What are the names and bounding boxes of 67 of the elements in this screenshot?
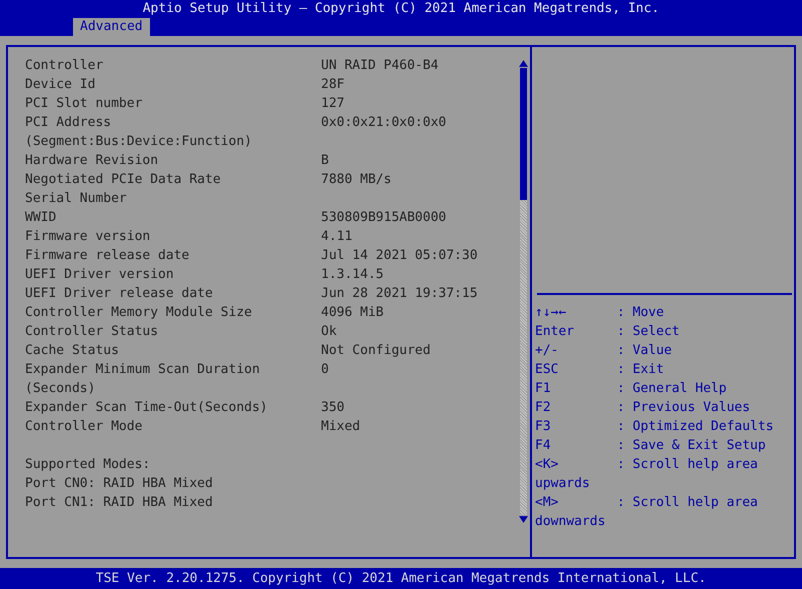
note-text: Port CN1: RAID HBA Mixed [25, 494, 214, 512]
field-label: PCI Slot number [25, 95, 144, 113]
note-text: Supported Modes: [25, 456, 152, 474]
key-action: : Scroll help area [617, 456, 758, 474]
field-value: B [321, 152, 329, 170]
key-label: F3 [535, 418, 552, 436]
field-value: 127 [321, 95, 344, 113]
field-value: 28F [321, 76, 344, 94]
field-label: Firmware release date [25, 247, 190, 265]
key-action: : Move [617, 304, 664, 322]
key-action: : Value [617, 342, 672, 360]
field-label: WWID [25, 209, 58, 227]
field-label: Serial Number [25, 190, 128, 208]
field-label: UEFI Driver release date [25, 285, 214, 303]
field-value: Ok [321, 323, 337, 341]
field-label: Negotiated PCIe Data Rate [25, 171, 222, 189]
key-action: : General Help [617, 380, 727, 398]
key-label: +/- [535, 342, 560, 360]
field-label: Expander Minimum Scan Duration [25, 361, 261, 379]
field-label: Device Id [25, 76, 96, 94]
field-value: UN RAID P460-B4 [321, 57, 438, 75]
key-action: : Previous Values [617, 399, 750, 417]
key-action: : Scroll help area [617, 494, 758, 512]
field-value: Jun 28 2021 19:37:15 [321, 285, 478, 303]
field-label: UEFI Driver version [25, 266, 175, 284]
field-label: (Seconds) [25, 380, 96, 398]
field-label: (Segment:Bus:Device:Function) [25, 133, 253, 151]
menu-tab[interactable]: Advanced [73, 18, 150, 36]
note-text: Port CN0: RAID HBA Mixed [25, 475, 214, 493]
key-label: ↑↓→← [535, 304, 568, 322]
key-action: : Select [617, 323, 680, 341]
key-label: F4 [535, 437, 552, 455]
key-label: ESC [535, 361, 560, 379]
field-value: Mixed [321, 418, 360, 436]
field-value: 350 [321, 399, 344, 417]
field-label: Controller Status [25, 323, 160, 341]
field-value: 4096 MiB [321, 304, 384, 322]
scroll-up-icon[interactable] [518, 59, 528, 68]
scroll-down-icon[interactable] [518, 515, 528, 524]
key-label: Enter [535, 323, 576, 341]
field-value: 7880 MB/s [321, 171, 392, 189]
key-action: : Optimized Defaults [617, 418, 774, 436]
field-value: Not Configured [321, 342, 431, 360]
field-value: 0x0:0x21:0x0:0x0 [321, 114, 446, 132]
field-label: Controller Memory Module Size [25, 304, 253, 322]
field-label: Cache Status [25, 342, 120, 360]
key-action: : Exit [617, 361, 664, 379]
field-value: 0 [321, 361, 329, 379]
key-label: <K> [535, 456, 560, 474]
window-title: Aptio Setup Utility – Copyright (C) 2021 American Megatrends, Inc. [142, 0, 660, 18]
field-label: Firmware version [25, 228, 152, 246]
status-text: TSE Ver. 2.20.1275. Copyright (C) 2021 American Megatrends International, LLC. [96, 571, 706, 586]
field-value: 4.11 [321, 228, 352, 246]
field-label: PCI Address [25, 114, 112, 132]
key-action: : Save & Exit Setup [617, 437, 766, 455]
key-label: F2 [535, 399, 552, 417]
field-label: Expander Scan Time-Out(Seconds) [25, 399, 269, 417]
field-label: Hardware Revision [25, 152, 160, 170]
field-value: 530809B915AB0000 [321, 209, 446, 227]
key-action: upwards [535, 475, 591, 493]
key-label: <M> [535, 494, 560, 512]
key-action: downwards [535, 513, 606, 531]
field-label: Controller [25, 57, 104, 75]
key-label: F1 [535, 380, 552, 398]
field-value: Jul 14 2021 05:07:30 [321, 247, 478, 265]
field-label: Controller Mode [25, 418, 144, 436]
field-value: 1.3.14.5 [321, 266, 384, 284]
